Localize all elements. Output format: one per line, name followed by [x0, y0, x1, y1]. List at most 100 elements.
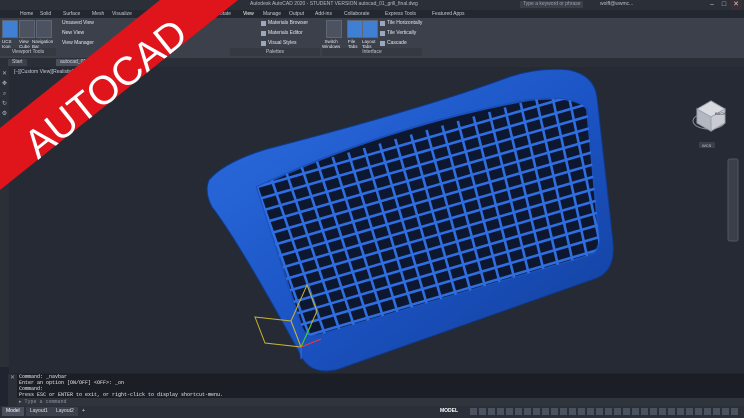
status-toggle-icon[interactable]: [659, 408, 666, 415]
status-toggle-icon[interactable]: [695, 408, 702, 415]
status-toggle-icon[interactable]: [686, 408, 693, 415]
tab-output[interactable]: Output: [289, 11, 304, 17]
status-toggle-icon[interactable]: [488, 408, 495, 415]
tile-horizontally-button[interactable]: Tile Horizontally: [387, 20, 422, 26]
status-toggle-icon[interactable]: [668, 408, 675, 415]
file-tabs-button[interactable]: [347, 20, 363, 38]
status-toggle-icon[interactable]: [722, 408, 729, 415]
status-toggle-icon[interactable]: [524, 408, 531, 415]
tab-layout1[interactable]: Layout1: [26, 407, 52, 416]
zoom-icon[interactable]: ⌕: [1, 91, 8, 98]
tab-home[interactable]: Home: [20, 11, 33, 17]
status-toggle-icon[interactable]: [569, 408, 576, 415]
maximize-button[interactable]: □: [718, 0, 730, 10]
materials-editor-icon: [261, 31, 266, 36]
status-toggle-icon[interactable]: [506, 408, 513, 415]
status-toggle-icon[interactable]: [641, 408, 648, 415]
status-toggle-icon[interactable]: [650, 408, 657, 415]
file-tabs-bar: Start autocad_01_grill_final*: [0, 58, 744, 67]
visual-styles-button[interactable]: Visual Styles: [268, 40, 297, 46]
title-bar: Autodesk AutoCAD 2020 - STUDENT VERSION …: [0, 0, 744, 10]
file-tab-drawing[interactable]: autocad_01_grill_final*: [56, 59, 115, 66]
close-panel-icon[interactable]: ✕: [1, 71, 8, 78]
status-bar: Model Layout1 Layout2 + MODEL: [0, 406, 744, 418]
status-toggle-icon[interactable]: [704, 408, 711, 415]
status-toggle-icon[interactable]: [515, 408, 522, 415]
viewcube: BACK: [692, 100, 726, 132]
status-toggle-icon[interactable]: [551, 408, 558, 415]
view-cube-button[interactable]: [19, 20, 35, 38]
file-tab-start[interactable]: Start: [8, 59, 27, 66]
wcs-label: WCS: [702, 143, 712, 148]
tab-manage[interactable]: Manage: [263, 11, 281, 17]
switch-windows-button[interactable]: [326, 20, 342, 38]
left-toolbar: ✕ ✥ ⌕ ↻ ⚙: [0, 67, 9, 367]
add-layout-button[interactable]: +: [78, 407, 89, 416]
status-toggle-icon[interactable]: [677, 408, 684, 415]
tile-vertically-icon: [380, 31, 385, 36]
status-toggle-icon[interactable]: [713, 408, 720, 415]
tab-model[interactable]: Model: [2, 407, 24, 416]
cascade-button[interactable]: Cascade: [387, 40, 407, 46]
status-toggle-icon[interactable]: [470, 408, 477, 415]
tab-parametric[interactable]: Parametric: [147, 11, 171, 17]
minimize-button[interactable]: –: [706, 0, 718, 10]
panel-palettes[interactable]: Palettes: [230, 48, 320, 56]
close-button[interactable]: ✕: [730, 0, 742, 10]
tile-vertically-button[interactable]: Tile Vertically: [387, 30, 416, 36]
command-input[interactable]: ▸ Type a command: [17, 398, 744, 406]
viewport-controls-label[interactable]: [–][Custom View][Realistic]: [14, 69, 73, 75]
cascade-icon: [380, 41, 385, 46]
status-toggle-icon[interactable]: [605, 408, 612, 415]
status-toggle-icon[interactable]: [479, 408, 486, 415]
status-toggle-icon[interactable]: [497, 408, 504, 415]
status-toggle-icon[interactable]: [542, 408, 549, 415]
ucs-icon-button[interactable]: [2, 20, 18, 38]
command-close-icon[interactable]: ✕: [8, 374, 17, 406]
status-toggle-icon[interactable]: [578, 408, 585, 415]
search-input[interactable]: Type a keyword or phrase: [520, 1, 583, 8]
command-placeholder: Type a command: [24, 399, 67, 405]
tab-surface[interactable]: Surface: [63, 11, 80, 17]
status-toggle-icon[interactable]: [623, 408, 630, 415]
navigation-bar[interactable]: [727, 158, 739, 242]
user-account[interactable]: wolff@wwmc...: [600, 1, 633, 7]
tab-insert[interactable]: Insert: [185, 11, 198, 17]
viewcube-label: BACK: [715, 111, 726, 116]
panel-viewport-tools[interactable]: Viewport Tools: [0, 48, 56, 56]
model-space-toggle[interactable]: MODEL: [440, 408, 458, 414]
orbit-icon[interactable]: ↻: [1, 101, 8, 108]
settings-icon[interactable]: ⚙: [1, 111, 8, 118]
status-toggle-icon[interactable]: [596, 408, 603, 415]
new-view-button[interactable]: New View: [62, 30, 84, 36]
pan-icon[interactable]: ✥: [1, 81, 8, 88]
tab-annotate[interactable]: Annotate: [211, 11, 231, 17]
tile-horizontally-icon: [380, 21, 385, 26]
tab-add-ins[interactable]: Add-ins: [315, 11, 332, 17]
view-manager-button[interactable]: View Manager: [62, 40, 94, 46]
tab-mesh[interactable]: Mesh: [92, 11, 104, 17]
drawing-viewport[interactable]: BACK WCS: [9, 67, 744, 373]
materials-editor-button[interactable]: Materials Editor: [268, 30, 303, 36]
tab-solid[interactable]: Solid: [40, 11, 51, 17]
layout-tabs-button[interactable]: [362, 20, 378, 38]
tab-express-tools[interactable]: Express Tools: [385, 11, 416, 17]
tab-view[interactable]: View: [243, 11, 254, 17]
status-toggle-icon[interactable]: [632, 408, 639, 415]
status-toggle-icon[interactable]: [731, 408, 738, 415]
status-toggle-icon[interactable]: [560, 408, 567, 415]
panel-interface[interactable]: Interface: [322, 48, 422, 56]
materials-browser-button[interactable]: Materials Browser: [268, 20, 308, 26]
tab-collaborate[interactable]: Collaborate: [344, 11, 370, 17]
tab-layout2[interactable]: Layout2: [52, 407, 78, 416]
visual-styles-icon: [261, 41, 266, 46]
status-toggle-icon[interactable]: [614, 408, 621, 415]
command-history: Command: _navbar Enter an option [ON/OFF…: [17, 374, 744, 398]
status-toggle-icon[interactable]: [533, 408, 540, 415]
tab-visualize[interactable]: Visualize: [112, 11, 132, 17]
model-canvas: BACK WCS: [206, 68, 739, 372]
nav-bar-button[interactable]: [36, 20, 52, 38]
unsaved-view-dropdown[interactable]: Unsaved View: [62, 20, 94, 26]
status-toggle-icon[interactable]: [587, 408, 594, 415]
tab-featured-apps[interactable]: Featured Apps: [432, 11, 465, 17]
